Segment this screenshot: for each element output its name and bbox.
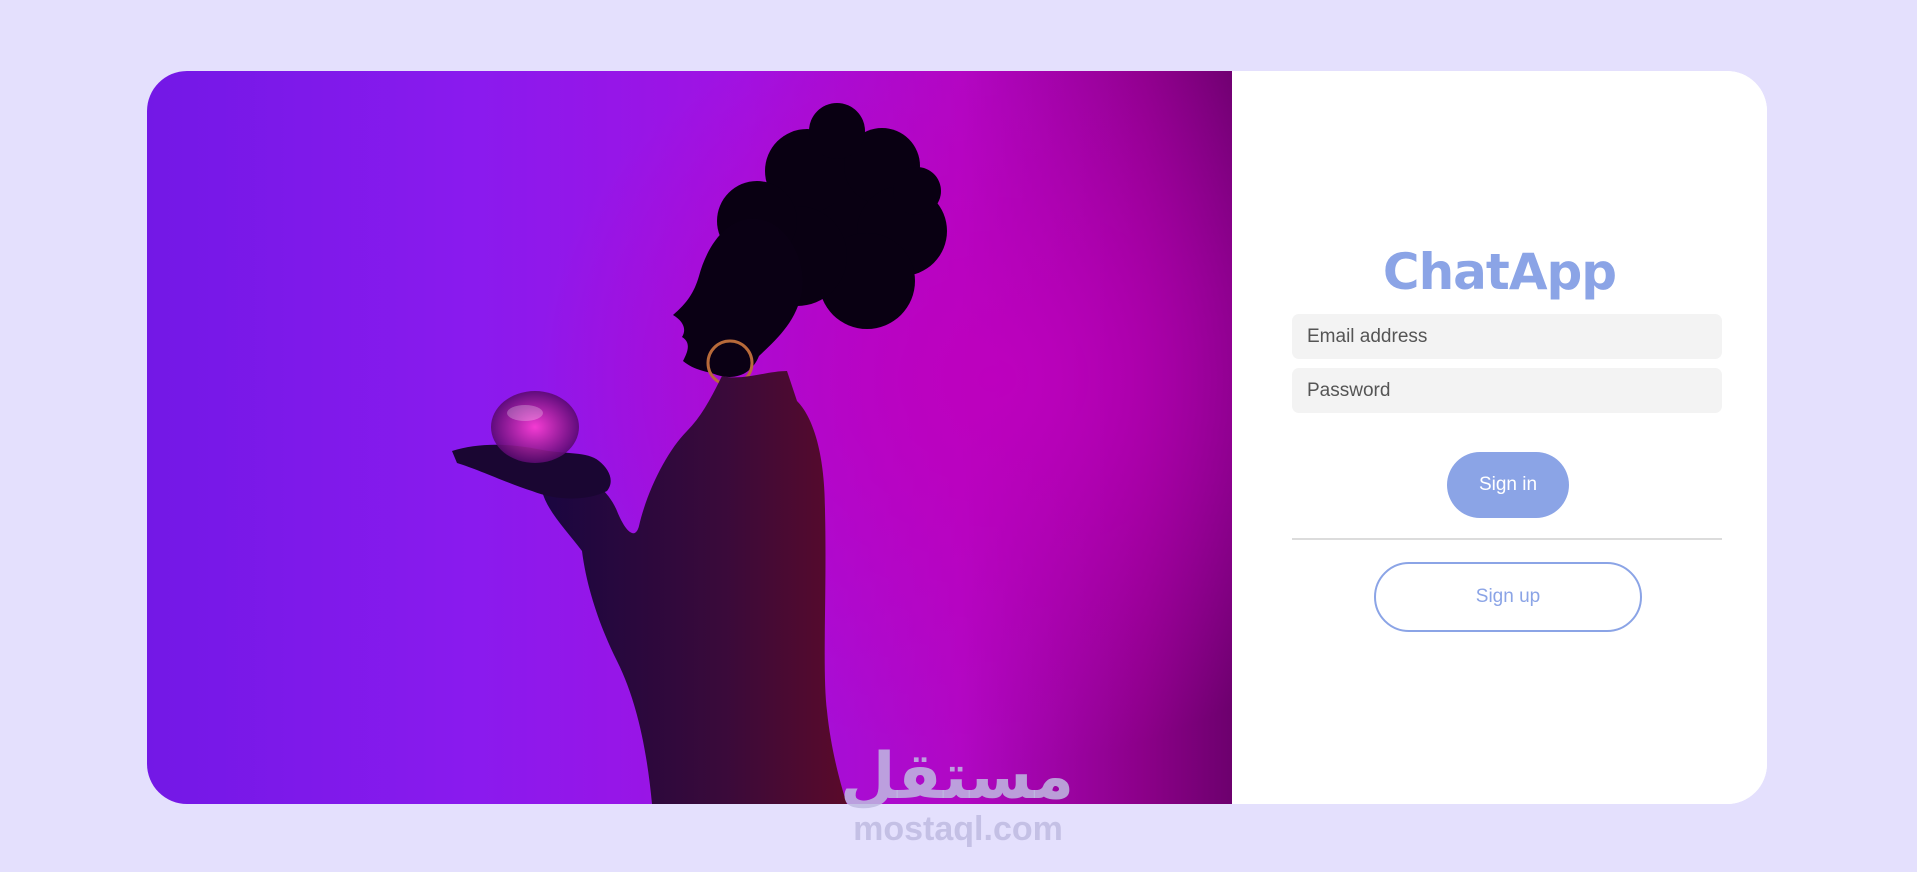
- hero-image: [147, 71, 1232, 804]
- password-field[interactable]: [1292, 368, 1722, 413]
- woman-silhouette-illustration: [452, 103, 947, 804]
- login-card: ChatApp Sign in Sign up: [147, 71, 1767, 804]
- app-logo-title: ChatApp: [1382, 243, 1617, 301]
- login-panel: ChatApp Sign in Sign up: [1232, 71, 1767, 804]
- glass-sphere-shape: [491, 391, 579, 463]
- email-field[interactable]: [1292, 314, 1722, 359]
- body-shape: [542, 371, 847, 804]
- watermark-site: mostaql.com: [853, 810, 1063, 848]
- head-shape: [673, 218, 803, 377]
- divider: [1292, 538, 1722, 540]
- sign-up-button[interactable]: Sign up: [1374, 562, 1642, 632]
- sign-in-button[interactable]: Sign in: [1447, 452, 1569, 518]
